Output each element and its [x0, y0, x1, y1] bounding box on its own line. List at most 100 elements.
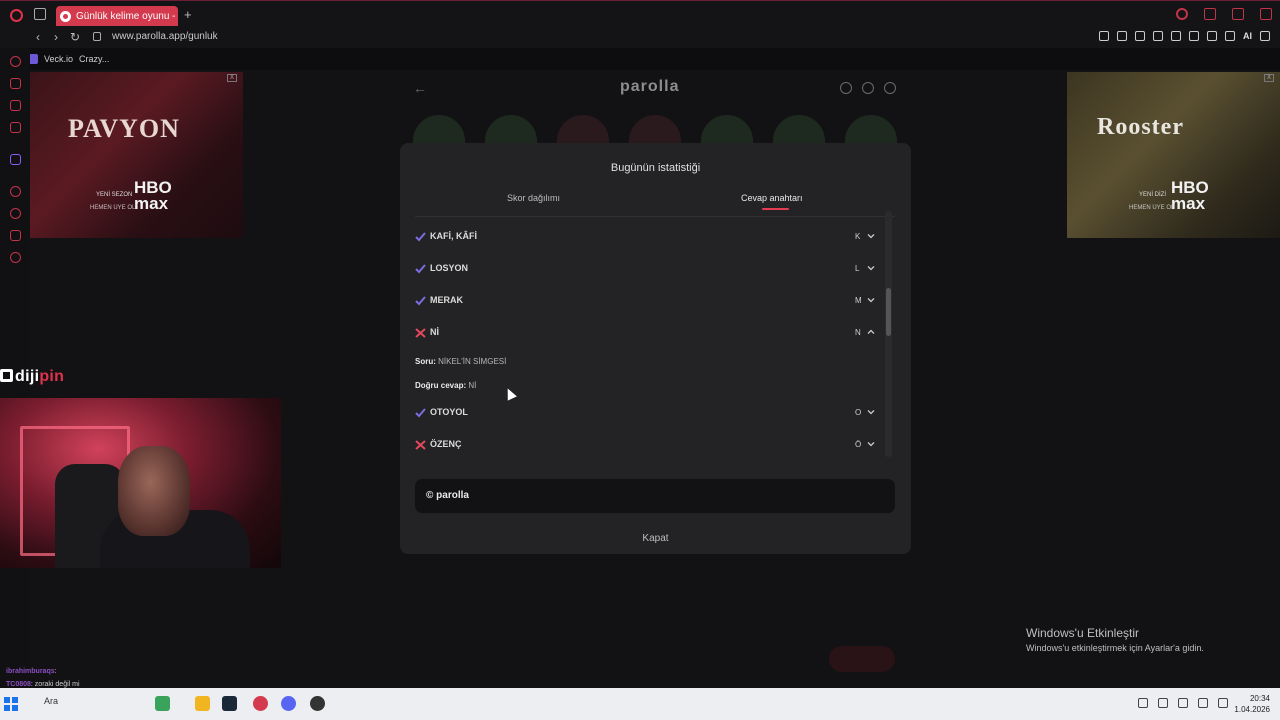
close-button[interactable]: Kapat: [400, 533, 911, 544]
game-title: parolla: [620, 78, 680, 95]
reload-icon[interactable]: ↻: [70, 30, 80, 44]
back-arrow-icon[interactable]: ‹: [36, 30, 40, 44]
ad-banner-right[interactable]: X Rooster YENİ DİZİ HBO max HEMEN ÜYE OL: [1067, 72, 1280, 238]
close-window-button[interactable]: [1260, 8, 1272, 20]
url-field[interactable]: www.parolla.app/gunluk: [112, 31, 218, 42]
pin-icon[interactable]: [1099, 31, 1109, 41]
pinboard-icon[interactable]: [10, 230, 21, 241]
clock-date: 1.04.2026: [1234, 705, 1270, 714]
user-icon[interactable]: [884, 82, 896, 94]
chevron-down-icon[interactable]: [867, 440, 875, 448]
player-icon[interactable]: [10, 186, 21, 197]
bookmark-crazy[interactable]: Crazy...: [79, 54, 109, 64]
answer-row[interactable]: ÖZENÇ Ö: [415, 434, 881, 455]
opera-logo-icon[interactable]: [10, 9, 23, 22]
play-icon[interactable]: [1153, 31, 1163, 41]
ad-banner-left[interactable]: X PAVYON YENİ SEZON HBO max HEMEN ÜYE OL: [30, 72, 243, 238]
bookmark-veck[interactable]: Veck.io: [44, 54, 73, 64]
answer-word: KAFİ, KÂFİ: [430, 231, 477, 241]
chevron-down-icon[interactable]: [867, 408, 875, 416]
network-icon[interactable]: [1158, 698, 1168, 708]
minimize-button[interactable]: [1204, 8, 1216, 20]
tab-switcher-icon[interactable]: [34, 8, 46, 20]
activation-title: Windows'u Etkinleştir: [1026, 626, 1139, 640]
answer-row[interactable]: MERAK M: [415, 290, 881, 312]
extensions-icon[interactable]: [1189, 31, 1199, 41]
dijipin-logo: dijipin: [0, 368, 64, 386]
file-explorer-icon[interactable]: [195, 696, 210, 711]
answer-list: KAFİ, KÂFİ K LOSYON L MERAK M Nİ N Soru:…: [415, 223, 881, 455]
shopping-icon[interactable]: [10, 78, 21, 89]
chat-text: : zoraki değil mi: [30, 681, 80, 688]
ad-close-icon[interactable]: X: [226, 74, 237, 82]
answer-row[interactable]: OTOYOL O: [415, 402, 881, 424]
chat-message: ibrahimburaqs:: [6, 668, 57, 675]
download-icon[interactable]: [1225, 31, 1235, 41]
heart-icon[interactable]: [1171, 31, 1181, 41]
microphone-icon[interactable]: [1178, 698, 1188, 708]
window-controls: [1176, 8, 1272, 20]
correct-answer-label: Doğru cevap:: [415, 381, 467, 390]
chevron-down-icon[interactable]: [867, 232, 875, 240]
modal-title: Bugünün istatistiği: [610, 162, 701, 174]
share-text: © parolla: [426, 490, 469, 501]
webcam-overlay: [0, 398, 281, 568]
mail-icon[interactable]: [10, 122, 21, 133]
tab-score-distribution[interactable]: Skor dağılımı: [507, 193, 560, 203]
windows-activation-watermark: Windows'u Etkinleştir Windows'u etkinleş…: [1026, 626, 1204, 653]
clock-time: 20:34: [1249, 694, 1270, 703]
forward-arrow-icon[interactable]: ›: [54, 30, 58, 44]
volume-icon[interactable]: [1218, 698, 1228, 708]
scrollbar-thumb[interactable]: [886, 288, 891, 336]
taskbar-clock[interactable]: 20:34 1.04.2026: [1234, 693, 1270, 715]
settings-icon[interactable]: [10, 252, 21, 263]
taskbar-search[interactable]: Ara: [44, 696, 58, 706]
game-header-icons: [840, 82, 896, 94]
answer-letter: M: [855, 296, 862, 305]
bookmarks-bar: Veck.io Crazy...: [28, 50, 109, 68]
stats-icon[interactable]: [862, 82, 874, 94]
maximize-button[interactable]: [1232, 8, 1244, 20]
messenger-icon[interactable]: [10, 100, 21, 111]
history-icon[interactable]: [10, 208, 21, 219]
twitch-icon[interactable]: [10, 154, 21, 165]
chat-user: TC0808: [6, 681, 31, 688]
speed-dial-icon[interactable]: [10, 56, 21, 67]
info-icon[interactable]: [840, 82, 852, 94]
steam-icon[interactable]: [222, 696, 237, 711]
vpn-icon[interactable]: [1135, 31, 1145, 41]
chevron-down-icon[interactable]: [867, 264, 875, 272]
check-icon: [415, 232, 426, 242]
game-back-button[interactable]: ←: [413, 80, 427, 96]
search-tabs-icon[interactable]: [1176, 8, 1188, 20]
app-icon[interactable]: [155, 696, 170, 711]
tab-answer-key[interactable]: Cevap anahtarı: [741, 193, 803, 203]
answer-row[interactable]: LOSYON L: [415, 258, 881, 280]
start-button[interactable]: [4, 697, 18, 711]
chevron-down-icon[interactable]: [867, 296, 875, 304]
snapshot-icon[interactable]: [1117, 31, 1127, 41]
system-tray: [1138, 698, 1228, 708]
ai-button[interactable]: AI: [1243, 31, 1252, 41]
answer-row[interactable]: KAFİ, KÂFİ K: [415, 226, 881, 248]
tray-expand-icon[interactable]: [1138, 698, 1148, 708]
answer-word: OTOYOL: [430, 407, 468, 417]
chat-user: ibrahimburaqs: [6, 668, 55, 675]
obs-icon[interactable]: [310, 696, 325, 711]
new-tab-button[interactable]: +: [184, 7, 192, 22]
ad-close-icon[interactable]: X: [1263, 74, 1274, 82]
discord-icon[interactable]: [281, 696, 296, 711]
chevron-up-icon[interactable]: [867, 328, 875, 336]
answer-list-scrollbar[interactable]: [885, 211, 892, 457]
display-icon[interactable]: [1198, 698, 1208, 708]
browser-tab-active[interactable]: Günlük kelime oyunu - par: [56, 6, 178, 26]
lock-icon[interactable]: [93, 32, 101, 41]
opera-taskbar-icon[interactable]: [253, 696, 268, 711]
profile-icon[interactable]: [1207, 31, 1217, 41]
chat-text: :: [54, 668, 57, 675]
active-tab-indicator: [762, 208, 789, 210]
check-icon: [415, 296, 426, 306]
answer-row-expanded[interactable]: Nİ N: [415, 322, 881, 344]
ad-left-cta: HEMEN ÜYE OL: [90, 205, 136, 211]
menu-icon[interactable]: [1260, 31, 1270, 41]
